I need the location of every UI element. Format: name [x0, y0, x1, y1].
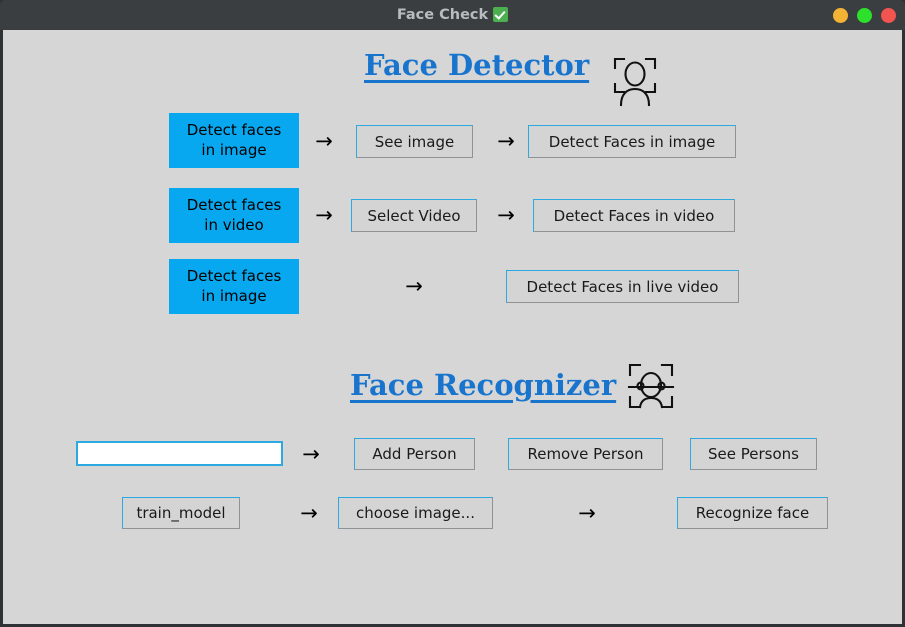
- train-model-button[interactable]: train_model: [122, 497, 240, 529]
- detect-faces-in-video-button[interactable]: Detect Faces in video: [533, 199, 735, 232]
- close-button[interactable]: [881, 8, 896, 23]
- maximize-button[interactable]: [857, 8, 872, 23]
- detect-faces-in-video-label: Detect faces in video: [169, 188, 299, 243]
- recognize-face-button[interactable]: Recognize face: [677, 497, 828, 529]
- remove-person-button[interactable]: Remove Person: [508, 438, 663, 470]
- face-detector-heading: Face Detector: [364, 48, 590, 82]
- arrow-detector-row1-2: →: [497, 128, 515, 153]
- detect-faces-in-live-video-button[interactable]: Detect Faces in live video: [506, 270, 739, 303]
- chip-text: Detect faces in image: [186, 121, 282, 159]
- see-persons-button[interactable]: See Persons: [690, 438, 817, 470]
- check-mark-emoji-icon: [493, 7, 509, 22]
- detect-faces-in-image-label-2: Detect faces in image: [169, 259, 299, 314]
- arrow-person-row: →: [302, 441, 320, 466]
- chip-text: Detect faces in image: [186, 267, 282, 305]
- app-window: Face Check Face Detector Detect faces in…: [0, 0, 905, 627]
- person-name-input[interactable]: [76, 441, 283, 466]
- chip-text: Detect faces in video: [186, 196, 282, 234]
- face-scan-icon: [627, 362, 675, 412]
- arrow-detector-row2-2: →: [497, 202, 515, 227]
- detect-faces-in-image-button[interactable]: Detect Faces in image: [528, 125, 736, 158]
- arrow-detector-row2-1: →: [315, 202, 333, 227]
- select-video-button[interactable]: Select Video: [351, 199, 477, 232]
- arrow-train-row-2: →: [578, 500, 596, 525]
- window-controls: [807, 8, 896, 23]
- face-recognizer-heading: Face Recognizer: [350, 368, 617, 402]
- arrow-detector-row3: →: [405, 273, 423, 298]
- window-title-text: Face Check: [396, 7, 489, 23]
- face-detect-person-icon: [612, 56, 658, 107]
- title-bar: Face Check: [0, 0, 905, 30]
- minimize-button[interactable]: [833, 8, 848, 23]
- window-title: Face Check: [0, 0, 905, 30]
- client-area: Face Detector Detect faces in image → See…: [3, 30, 902, 624]
- arrow-train-row-1: →: [300, 500, 318, 525]
- choose-image-button[interactable]: choose image...: [338, 497, 493, 529]
- detect-faces-in-image-label-1: Detect faces in image: [169, 113, 299, 168]
- arrow-detector-row1-1: →: [315, 128, 333, 153]
- add-person-button[interactable]: Add Person: [354, 438, 475, 470]
- see-image-button[interactable]: See image: [356, 125, 473, 158]
